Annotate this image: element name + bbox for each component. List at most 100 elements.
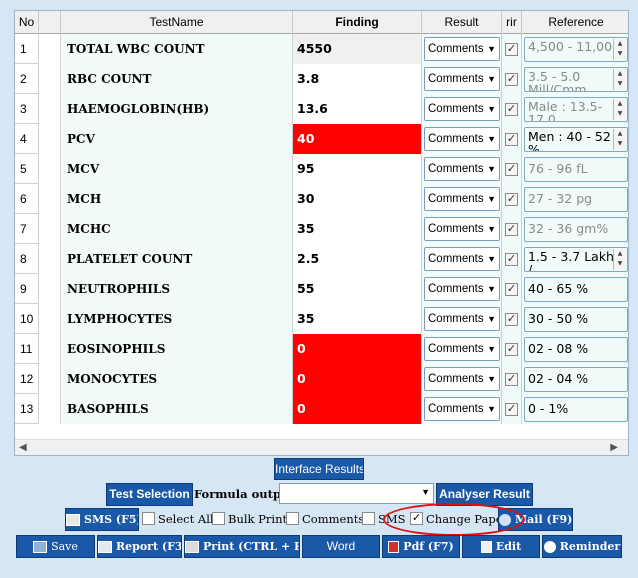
sms-button[interactable]: SMS (F5) <box>65 508 139 531</box>
result-select[interactable]: Comments ▼ <box>424 277 500 301</box>
reminder-button[interactable]: Reminder <box>542 535 622 558</box>
rir-checkbox[interactable]: ✓ <box>505 403 518 416</box>
reference-text[interactable]: 40 - 65 % <box>524 277 628 302</box>
reference-text[interactable]: 30 - 50 % <box>524 307 628 332</box>
finding-cell[interactable]: 30 <box>293 184 422 214</box>
result-select[interactable]: Comments ▼ <box>424 187 500 211</box>
table-row[interactable]: 8 PLATELET COUNT 2.5 Comments ▼ ✓ 1.5 - 3.7 La… <box>15 244 628 274</box>
scroll-left-icon[interactable]: ◀ <box>19 442 27 453</box>
word-button[interactable]: Word <box>302 535 380 558</box>
table-row[interactable]: 13 BASOPHILS 0 Comments ▼ ✓ 0 - 1% <box>15 394 628 424</box>
reference-text[interactable]: 1.5 - 3.7 Lakhs / ▲ ▼ <box>524 247 628 272</box>
table-row[interactable]: 11 EOSINOPHILS 0 Comments ▼ ✓ 02 - 08 % <box>15 334 628 364</box>
finding-cell[interactable]: 0 <box>293 394 422 424</box>
row-selector[interactable] <box>39 394 61 424</box>
table-row[interactable]: 12 MONOCYTES 0 Comments ▼ ✓ 02 - 04 % <box>15 364 628 394</box>
bulk-print-checkbox[interactable] <box>212 512 225 525</box>
table-row[interactable]: 3 HAEMOGLOBIN(HB) 13.6 Comments ▼ ✓ Male : 13.… <box>15 94 628 124</box>
finding-cell[interactable]: 0 <box>293 364 422 394</box>
comments-checkbox[interactable] <box>286 512 299 525</box>
reference-text[interactable]: 02 - 08 % <box>524 337 628 362</box>
table-row[interactable]: 10 LYMPHOCYTES 35 Comments ▼ ✓ 30 - 50 % <box>15 304 628 334</box>
edit-button[interactable]: Edit <box>462 535 540 558</box>
table-row[interactable]: 6 MCH 30 Comments ▼ ✓ 27 - 32 pg <box>15 184 628 214</box>
header-no[interactable]: No <box>15 11 39 34</box>
reference-text[interactable]: 0 - 1% <box>524 397 628 422</box>
finding-cell[interactable]: 3.8 <box>293 64 422 94</box>
result-select[interactable]: Comments ▼ <box>424 367 500 391</box>
test-selection-button[interactable]: Test Selection <box>106 483 193 506</box>
finding-cell[interactable]: 4550 <box>293 34 422 64</box>
result-select[interactable]: Comments ▼ <box>424 127 500 151</box>
reference-text[interactable]: 4,500 - 11,000 ▲ ▼ <box>524 37 628 62</box>
scroll-right-icon[interactable]: ▶ <box>610 442 618 453</box>
reference-text[interactable]: Men : 40 - 52 % ▲ ▼ <box>524 127 628 152</box>
reference-text[interactable]: 3.5 - 5.0 Mill/Cmm ▲ ▼ <box>524 67 628 92</box>
table-row[interactable]: 7 MCHC 35 Comments ▼ ✓ 32 - 36 gm% <box>15 214 628 244</box>
row-selector[interactable] <box>39 154 61 184</box>
print-button[interactable]: Print (CTRL + P) <box>184 535 300 558</box>
rir-checkbox[interactable]: ✓ <box>505 373 518 386</box>
reference-text[interactable]: 76 - 96 fL <box>524 157 628 182</box>
row-selector[interactable] <box>39 184 61 214</box>
rir-checkbox[interactable]: ✓ <box>505 193 518 206</box>
finding-cell[interactable]: 35 <box>293 304 422 334</box>
finding-cell[interactable]: 35 <box>293 214 422 244</box>
rir-checkbox[interactable]: ✓ <box>505 43 518 56</box>
finding-cell[interactable]: 0 <box>293 334 422 364</box>
row-selector[interactable] <box>39 244 61 274</box>
sms-checkbox[interactable] <box>362 512 375 525</box>
rir-checkbox[interactable]: ✓ <box>505 343 518 356</box>
rir-checkbox[interactable]: ✓ <box>505 163 518 176</box>
finding-cell[interactable]: 40 <box>293 124 422 154</box>
result-select[interactable]: Comments ▼ <box>424 397 500 421</box>
result-select[interactable]: Comments ▼ <box>424 217 500 241</box>
report-button[interactable]: Report (F3) <box>97 535 182 558</box>
row-selector[interactable] <box>39 214 61 244</box>
result-select[interactable]: Comments ▼ <box>424 67 500 91</box>
rir-checkbox[interactable]: ✓ <box>505 283 518 296</box>
finding-cell[interactable]: 95 <box>293 154 422 184</box>
row-selector[interactable] <box>39 364 61 394</box>
row-selector[interactable] <box>39 124 61 154</box>
header-result[interactable]: Result <box>422 11 502 34</box>
rir-checkbox[interactable]: ✓ <box>505 133 518 146</box>
table-row[interactable]: 9 NEUTROPHILS 55 Comments ▼ ✓ 40 - 65 % <box>15 274 628 304</box>
spinner-icon[interactable]: ▲ ▼ <box>613 39 626 60</box>
rir-checkbox[interactable]: ✓ <box>505 313 518 326</box>
row-selector[interactable] <box>39 94 61 124</box>
save-button[interactable]: Save <box>16 535 95 558</box>
pdf-button[interactable]: Pdf (F7) <box>382 535 460 558</box>
reference-text[interactable]: Male : 13.5-17.0 ▲ ▼ <box>524 97 628 122</box>
rir-checkbox[interactable]: ✓ <box>505 73 518 86</box>
result-select[interactable]: Comments ▼ <box>424 37 500 61</box>
header-rir[interactable]: rir <box>502 11 522 34</box>
finding-cell[interactable]: 55 <box>293 274 422 304</box>
table-row[interactable]: 5 MCV 95 Comments ▼ ✓ 76 - 96 fL <box>15 154 628 184</box>
result-select[interactable]: Comments ▼ <box>424 157 500 181</box>
spinner-icon[interactable]: ▲ ▼ <box>613 129 626 150</box>
result-select[interactable]: Comments ▼ <box>424 97 500 121</box>
result-select[interactable]: Comments ▼ <box>424 337 500 361</box>
result-select[interactable]: Comments ▼ <box>424 307 500 331</box>
horizontal-scrollbar[interactable]: ◀ ▶ <box>15 439 628 455</box>
spinner-icon[interactable]: ▲ ▼ <box>613 69 626 90</box>
spinner-icon[interactable]: ▲ ▼ <box>613 249 626 270</box>
reference-text[interactable]: 32 - 36 gm% <box>524 217 628 242</box>
finding-cell[interactable]: 13.6 <box>293 94 422 124</box>
header-finding[interactable]: Finding <box>293 11 422 34</box>
rir-checkbox[interactable]: ✓ <box>505 253 518 266</box>
table-row[interactable]: 1 TOTAL WBC COUNT 4550 Comments ▼ ✓ 4,500 - 11… <box>15 34 628 64</box>
row-selector[interactable] <box>39 334 61 364</box>
rir-checkbox[interactable]: ✓ <box>505 223 518 236</box>
row-selector[interactable] <box>39 304 61 334</box>
interface-results-button[interactable]: Interface Results <box>274 458 364 480</box>
finding-cell[interactable]: 2.5 <box>293 244 422 274</box>
rir-checkbox[interactable]: ✓ <box>505 103 518 116</box>
header-reference[interactable]: Reference <box>522 11 628 34</box>
select-all-checkbox[interactable] <box>142 512 155 525</box>
row-selector[interactable] <box>39 34 61 64</box>
row-selector[interactable] <box>39 64 61 94</box>
table-row[interactable]: 4 PCV 40 Comments ▼ ✓ Men : 40 - 52 % ▲ ▼ <box>15 124 628 154</box>
result-select[interactable]: Comments ▼ <box>424 247 500 271</box>
